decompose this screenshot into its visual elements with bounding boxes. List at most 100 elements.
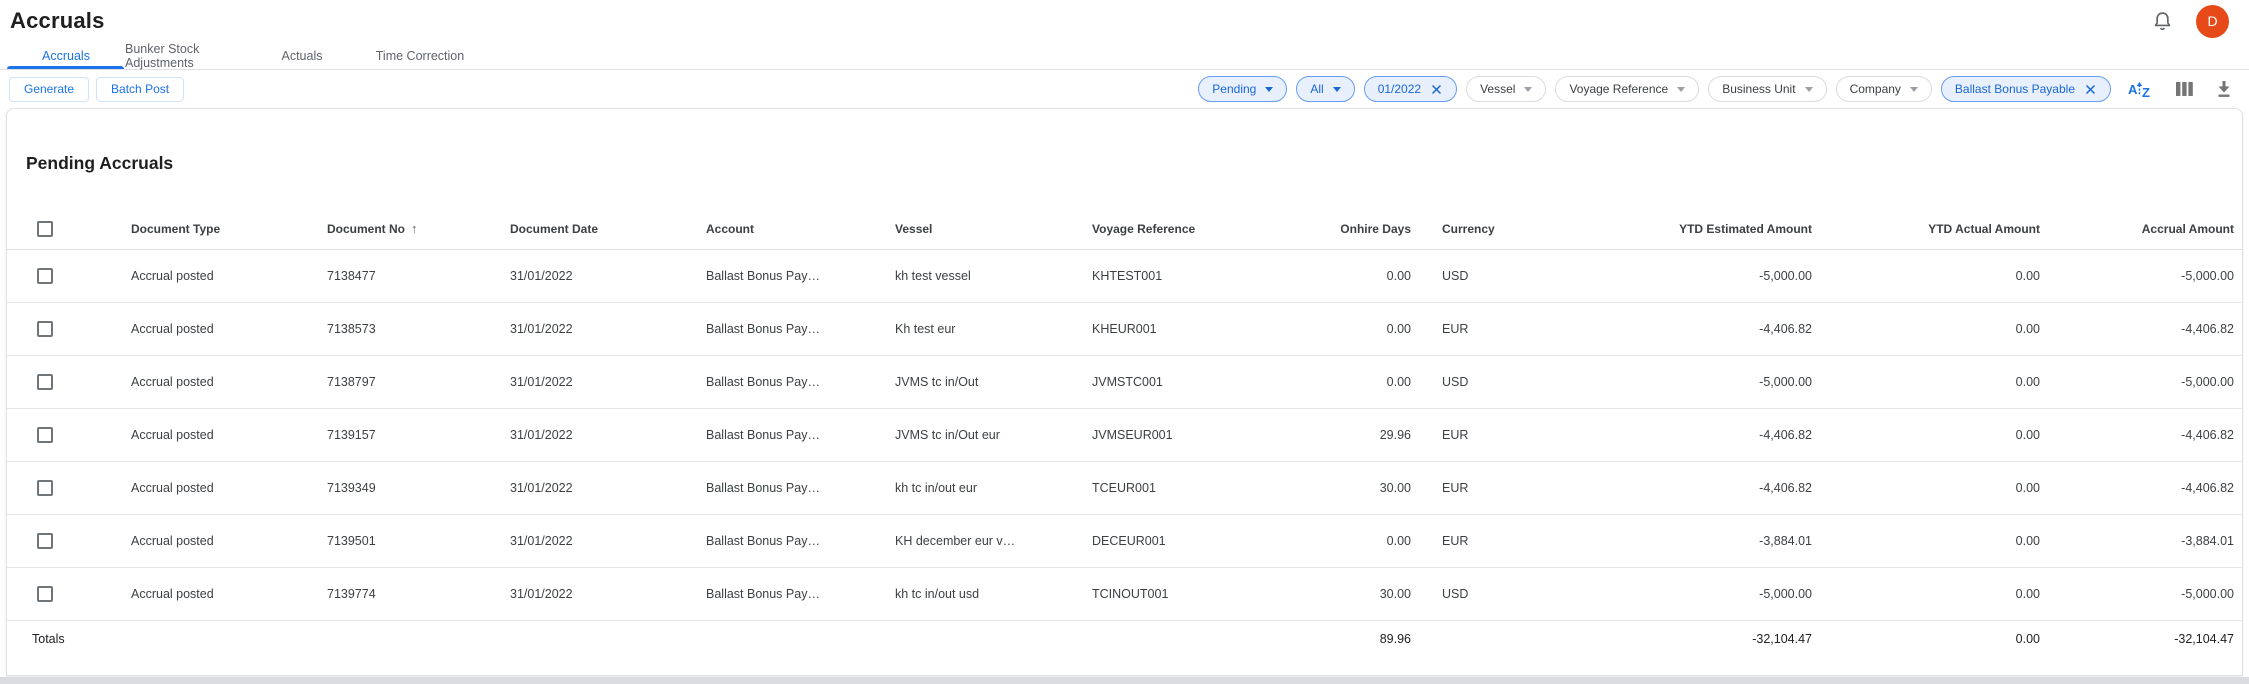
page-title: Accruals <box>10 8 105 34</box>
tab-bunker-stock-adjustments[interactable]: Bunker Stock Adjustments <box>125 42 243 69</box>
filter-chip-company[interactable]: Company <box>1836 76 1932 102</box>
column-header-document-no[interactable]: Document No↑ <box>327 208 510 249</box>
clear-filter-icon[interactable] <box>2084 83 2097 96</box>
row-checkbox[interactable] <box>37 533 53 549</box>
notifications-bell-icon[interactable] <box>2150 9 2174 33</box>
cell-document-date: 31/01/2022 <box>510 250 706 302</box>
totals-ytd-actual-amount: 0.00 <box>1812 621 2040 656</box>
cell-account: Ballast Bonus Pay… <box>706 515 895 567</box>
column-header-onhire-days[interactable]: Onhire Days <box>1341 208 1411 249</box>
header-checkbox-cell <box>7 208 131 249</box>
download-icon[interactable] <box>2216 80 2232 98</box>
column-header-currency[interactable]: Currency <box>1411 208 1531 249</box>
tab-time-correction[interactable]: Time Correction <box>361 42 479 69</box>
cell-onhire-days: 0.00 <box>1341 356 1411 408</box>
cell-vessel: JVMS tc in/Out eur <box>895 409 1092 461</box>
filter-chip-01-2022[interactable]: 01/2022 <box>1364 76 1457 102</box>
batch-post-button[interactable]: Batch Post <box>96 77 184 102</box>
column-header-document-type[interactable]: Document Type <box>131 208 327 249</box>
tab-actuals[interactable]: Actuals <box>243 42 361 69</box>
row-checkbox[interactable] <box>37 427 53 443</box>
filter-chip-voyage-reference[interactable]: Voyage Reference <box>1555 76 1699 102</box>
filter-chips: Pending All 01/2022 Vessel Voyage Reference B… <box>1198 76 2111 102</box>
table-row: Accrual posted713915731/01/2022Ballast B… <box>7 409 2242 462</box>
horizontal-scrollbar[interactable] <box>0 677 2249 684</box>
filter-chip-vessel[interactable]: Vessel <box>1466 76 1546 102</box>
cell-onhire-days: 0.00 <box>1341 250 1411 302</box>
cell-document-no: 7139157 <box>327 409 510 461</box>
pending-accruals-card: Pending Accruals Document TypeDocument N… <box>6 108 2243 676</box>
cell-document-type: Accrual posted <box>131 409 327 461</box>
filter-chip-all[interactable]: All <box>1296 76 1354 102</box>
select-all-checkbox[interactable] <box>37 221 53 237</box>
section-title: Pending Accruals <box>26 153 2242 174</box>
table-row: Accrual posted713857331/01/2022Ballast B… <box>7 303 2242 356</box>
chevron-down-icon <box>1333 87 1341 92</box>
row-checkbox[interactable] <box>37 321 53 337</box>
column-header-ytd-estimated-amount[interactable]: YTD Estimated Amount <box>1531 208 1812 249</box>
user-avatar[interactable]: D <box>2196 5 2229 38</box>
cell-currency: EUR <box>1411 515 1531 567</box>
filter-chip-label: All <box>1310 82 1323 96</box>
svg-text:Z: Z <box>2142 85 2150 100</box>
row-checkbox-cell <box>7 356 131 408</box>
filter-chip-label: Business Unit <box>1722 82 1795 96</box>
row-checkbox[interactable] <box>37 480 53 496</box>
table-row: Accrual posted713950131/01/2022Ballast B… <box>7 515 2242 568</box>
filter-chip-pending[interactable]: Pending <box>1198 76 1287 102</box>
cell-account: Ballast Bonus Pay… <box>706 356 895 408</box>
tab-accruals[interactable]: Accruals <box>7 42 125 69</box>
cell-document-date: 31/01/2022 <box>510 356 706 408</box>
totals-row: Totals 89.96 -32,104.47 0.00 -32,104.47 <box>7 621 2242 656</box>
row-checkbox[interactable] <box>37 374 53 390</box>
column-settings-icon[interactable] <box>2175 80 2194 98</box>
cell-ytd-estimated-amount: -5,000.00 <box>1531 568 1812 620</box>
row-checkbox-cell <box>7 515 131 567</box>
cell-voyage-reference: KHEUR001 <box>1092 303 1341 355</box>
svg-text:A: A <box>2128 82 2138 97</box>
header-actions: D <box>2150 5 2239 38</box>
sort-alphabetical-icon[interactable]: A Z <box>2127 78 2153 100</box>
table-header-row: Document TypeDocument No↑Document DateAc… <box>7 208 2242 250</box>
filter-chip-ballast-bonus-payable[interactable]: Ballast Bonus Payable <box>1941 76 2111 102</box>
cell-ytd-estimated-amount: -4,406.82 <box>1531 409 1812 461</box>
column-header-ytd-actual-amount[interactable]: YTD Actual Amount <box>1812 208 2040 249</box>
row-checkbox-cell <box>7 250 131 302</box>
cell-currency: USD <box>1411 250 1531 302</box>
column-header-voyage-reference[interactable]: Voyage Reference <box>1092 208 1341 249</box>
cell-ytd-estimated-amount: -5,000.00 <box>1531 356 1812 408</box>
cell-vessel: kh tc in/out usd <box>895 568 1092 620</box>
cell-ytd-actual-amount: 0.00 <box>1812 409 2040 461</box>
cell-document-no: 7139349 <box>327 462 510 514</box>
clear-filter-icon[interactable] <box>1430 83 1443 96</box>
cell-vessel: kh test vessel <box>895 250 1092 302</box>
column-header-vessel[interactable]: Vessel <box>895 208 1092 249</box>
cell-accrual-amount: -5,000.00 <box>2040 356 2242 408</box>
row-checkbox-cell <box>7 303 131 355</box>
row-checkbox-cell <box>7 409 131 461</box>
chevron-down-icon <box>1805 87 1813 92</box>
column-header-document-date[interactable]: Document Date <box>510 208 706 249</box>
tab-bar: AccrualsBunker Stock AdjustmentsActualsT… <box>7 42 2249 69</box>
cell-onhire-days: 29.96 <box>1341 409 1411 461</box>
row-checkbox[interactable] <box>37 268 53 284</box>
totals-label: Totals <box>7 621 1341 656</box>
accruals-page: Accruals D AccrualsBunker Stock Adjustme… <box>0 0 2249 684</box>
cell-ytd-estimated-amount: -5,000.00 <box>1531 250 1812 302</box>
sort-ascending-icon: ↑ <box>411 221 418 236</box>
cell-accrual-amount: -5,000.00 <box>2040 568 2242 620</box>
row-checkbox[interactable] <box>37 586 53 602</box>
column-header-accrual-amount[interactable]: Accrual Amount <box>2040 208 2242 249</box>
cell-document-no: 7139774 <box>327 568 510 620</box>
cell-currency: EUR <box>1411 409 1531 461</box>
cell-ytd-estimated-amount: -3,884.01 <box>1531 515 1812 567</box>
filter-chip-business-unit[interactable]: Business Unit <box>1708 76 1826 102</box>
cell-ytd-actual-amount: 0.00 <box>1812 568 2040 620</box>
app-header: Accruals D <box>0 0 2249 42</box>
cell-voyage-reference: TCEUR001 <box>1092 462 1341 514</box>
cell-document-no: 7138573 <box>327 303 510 355</box>
generate-button[interactable]: Generate <box>9 77 89 102</box>
table-row: Accrual posted713847731/01/2022Ballast B… <box>7 250 2242 303</box>
column-header-account[interactable]: Account <box>706 208 895 249</box>
table-row: Accrual posted713934931/01/2022Ballast B… <box>7 462 2242 515</box>
